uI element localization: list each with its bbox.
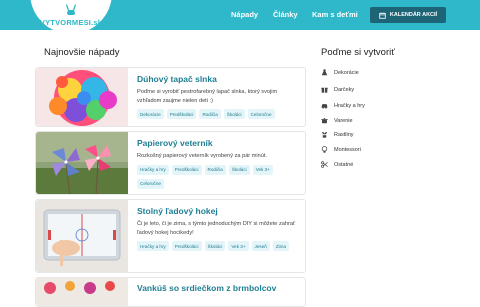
tag[interactable]: Rodičia (204, 164, 226, 175)
sidebar-item-montessori[interactable]: Montessori (321, 146, 361, 153)
idea-card[interactable]: Papierový veterník Rozkošný papierový ve… (35, 131, 306, 195)
section-title: Najnovšie nápady (44, 47, 120, 58)
sidebar-item-label: Darčeky (334, 86, 355, 93)
sidebar-item-hracky[interactable]: Hračky a hry (321, 102, 365, 109)
tag[interactable]: Dekorácie (137, 109, 164, 120)
tag[interactable]: Celoročne (137, 178, 164, 189)
gift-icon (321, 87, 328, 93)
tag[interactable]: Hračky a hry (137, 164, 169, 175)
tag[interactable]: Jeseň (251, 241, 270, 252)
tag[interactable]: Školáci (228, 164, 250, 175)
tag[interactable]: Zima (272, 241, 290, 252)
sidebar-title: Poďme si vytvoriť (321, 47, 395, 58)
card-description: Poďme si vyrobiť pestrofarebný lapač sln… (137, 89, 278, 104)
tag-list: Dekorácie Predškoláci Rodičia Školáci Ce… (137, 109, 299, 120)
sidebar-item-dekoracie[interactable]: Dekorácie (321, 69, 359, 76)
plant-icon (322, 132, 327, 138)
idea-card[interactable]: Stolný ľadový hokej Či je leto, či je zi… (35, 199, 306, 273)
tag-list: Hračky a hry Predškoláci Školáci Vek 3+ … (137, 241, 299, 252)
tag[interactable]: Školáci (204, 241, 226, 252)
sidebar-item-label: Ostatné (334, 161, 354, 168)
car-icon (321, 104, 328, 109)
sidebar-item-rastliny[interactable]: Rastliny (321, 131, 354, 138)
tag[interactable]: Školáci (223, 109, 245, 120)
tag[interactable]: Vek 3+ (228, 241, 249, 252)
tag[interactable]: Celoročne (247, 109, 275, 120)
sidebar-item-label: Montessori (334, 146, 361, 153)
logo-text: VYTVORMESI.sk (39, 18, 103, 27)
ice-hockey-image[interactable] (36, 200, 128, 272)
sidebar-item-varenie[interactable]: Varenie (321, 117, 353, 124)
tag[interactable]: Rodičia (199, 109, 221, 120)
tag[interactable]: Predškoláci (171, 164, 202, 175)
flask-icon (321, 69, 328, 76)
rabbit-logo-icon (66, 4, 76, 15)
idea-card[interactable]: Vankúš so srdiečkom z brmbolcov (35, 277, 306, 307)
paper-pinwheel-image[interactable] (36, 132, 128, 194)
sidebar-item-label: Rastliny (334, 131, 354, 138)
sidebar-item-label: Dekorácie (334, 69, 359, 76)
tag-list: Hračky a hry Predškoláci Rodičia Školáci… (137, 164, 299, 189)
tag[interactable]: Predškoláci (171, 241, 202, 252)
card-title[interactable]: Dúhový tapač slnka (137, 74, 299, 84)
site-logo[interactable]: VYTVORMESI.sk (30, 0, 112, 34)
rainbow-suncatcher-image[interactable] (36, 68, 128, 126)
nav-clanky[interactable]: Články (273, 10, 298, 19)
nav-kam-s-detmi[interactable]: Kam s deťmi (312, 10, 358, 19)
sidebar-item-darceky[interactable]: Darčeky (321, 86, 354, 93)
calendar-icon (379, 11, 386, 19)
card-description: Rozkošný papierový veterník vyrobený za … (137, 153, 267, 159)
tag[interactable]: Predškoláci (166, 109, 197, 120)
pompom-pillow-image[interactable] (36, 278, 128, 306)
card-description: Či je leto, či je zima, s týmto jednoduc… (137, 221, 296, 236)
calendar-button[interactable]: KALENDÁR AKCIÍ (370, 7, 446, 23)
card-title[interactable]: Stolný ľadový hokej (137, 206, 299, 216)
sidebar-item-ostatne[interactable]: Ostatné (321, 161, 353, 168)
top-header: VYTVORMESI.sk Nápady Články Kam s deťmi … (0, 0, 480, 34)
pot-icon (321, 118, 328, 124)
nav-napady[interactable]: Nápady (231, 10, 258, 19)
tag[interactable]: Vek 3+ (252, 164, 273, 175)
card-title[interactable]: Vankúš so srdiečkom z brmbolcov (137, 283, 299, 293)
sidebar-item-label: Varenie (334, 117, 353, 124)
tag[interactable]: Hračky a hry (137, 241, 169, 252)
lightbulb-icon (321, 146, 328, 153)
idea-card[interactable]: Dúhový tapač slnka Poďme si vyrobiť pest… (35, 67, 306, 127)
card-title[interactable]: Papierový veterník (137, 138, 299, 148)
scissors-icon (321, 161, 328, 168)
sidebar-item-label: Hračky a hry (334, 102, 365, 109)
calendar-button-label: KALENDÁR AKCIÍ (389, 12, 438, 18)
